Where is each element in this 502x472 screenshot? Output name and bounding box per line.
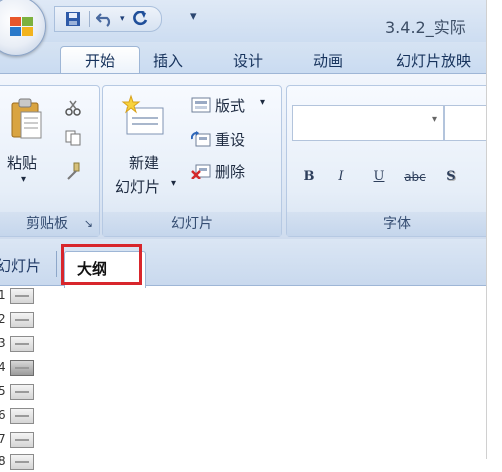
- clipboard-group-label: 剪贴板 ↘: [0, 212, 99, 236]
- slide-icon: [10, 454, 34, 470]
- cut-icon[interactable]: [65, 100, 81, 116]
- new-slide-icon[interactable]: [121, 94, 165, 138]
- slide-icon: [10, 384, 34, 400]
- new-slide-label-line1[interactable]: 新建: [129, 152, 159, 173]
- font-name-dropdown-icon[interactable]: ▾: [432, 114, 437, 125]
- clipboard-label-text: 剪贴板: [26, 216, 68, 232]
- slide-number-fragment: 4: [0, 360, 6, 374]
- slide-icon: [10, 312, 34, 328]
- italic-button[interactable]: I: [329, 165, 353, 189]
- slide-icon: [10, 408, 34, 424]
- customize-qat-icon[interactable]: ▾: [190, 9, 197, 24]
- tab-slideshow[interactable]: 幻灯片放映: [396, 50, 471, 71]
- list-item[interactable]: 6: [0, 406, 40, 426]
- list-item[interactable]: 2: [0, 310, 40, 330]
- undo-icon[interactable]: [96, 9, 114, 29]
- tab-insert[interactable]: 插入: [153, 50, 183, 71]
- window-right-edge: [486, 0, 502, 459]
- delete-slide-icon[interactable]: [191, 163, 211, 179]
- underline-button[interactable]: U: [367, 165, 391, 189]
- ribbon-panel: 粘贴 ▾ 剪贴板 ↘ 新建 幻灯片 ▾ 版式 ▾ 重设 删除 幻灯片 ▾ B I…: [0, 73, 502, 240]
- strikethrough-button[interactable]: abc: [399, 165, 431, 189]
- slide-number-fragment: 3: [0, 336, 6, 350]
- tab-slides-view[interactable]: 幻灯片: [0, 255, 41, 276]
- new-slide-dropdown-icon[interactable]: ▾: [171, 178, 176, 189]
- slides-group: 新建 幻灯片 ▾ 版式 ▾ 重设 删除 幻灯片: [102, 85, 282, 237]
- slide-icon: [10, 288, 34, 304]
- font-group: ▾ B I U abc S 字体: [286, 85, 502, 237]
- slide-icon: [10, 336, 34, 352]
- new-slide-label-line2[interactable]: 幻灯片: [115, 176, 160, 197]
- format-painter-icon[interactable]: [65, 162, 81, 180]
- slide-number-fragment: 6: [0, 408, 6, 422]
- font-group-label: 字体: [287, 212, 502, 236]
- undo-dropdown-icon[interactable]: ▾: [120, 9, 125, 29]
- quick-access-toolbar: ▾: [54, 6, 162, 32]
- paste-icon[interactable]: [9, 98, 43, 140]
- save-icon[interactable]: [65, 9, 81, 29]
- slides-group-label: 幻灯片: [103, 212, 281, 236]
- slide-number-fragment: 8: [0, 454, 6, 468]
- view-tab-divider: [56, 251, 57, 277]
- ribbon-tabs: 开始 插入 设计 动画 幻灯片放映: [0, 42, 502, 77]
- delete-button-label[interactable]: 删除: [215, 161, 245, 182]
- bold-button[interactable]: B: [297, 165, 321, 189]
- copy-icon[interactable]: [65, 130, 81, 146]
- shadow-button[interactable]: S: [439, 165, 463, 189]
- list-item[interactable]: 8: [0, 452, 40, 472]
- qat-separator: [89, 11, 90, 27]
- annotation-highlight-box: [61, 244, 142, 285]
- slide-number-fragment: 7: [0, 432, 6, 446]
- window-title: 3.4.2_实际: [385, 18, 466, 37]
- font-name-box[interactable]: ▾: [292, 105, 444, 141]
- redo-icon[interactable]: [131, 9, 149, 29]
- tab-animation[interactable]: 动画: [313, 50, 343, 71]
- list-item[interactable]: 1: [0, 286, 40, 306]
- slide-icon: [10, 432, 34, 448]
- list-item[interactable]: 5: [0, 382, 40, 402]
- list-item[interactable]: 4: [0, 358, 40, 378]
- outline-slide-list: 1 2 3 4 5 6 7 8: [0, 286, 60, 470]
- slide-icon-selected: [10, 360, 34, 376]
- layout-button-label[interactable]: 版式: [215, 95, 245, 116]
- slide-number-fragment: 1: [0, 288, 6, 302]
- slide-number-fragment: 5: [0, 384, 6, 398]
- clipboard-launcher-icon[interactable]: ↘: [84, 212, 93, 236]
- layout-dropdown-icon[interactable]: ▾: [260, 97, 265, 108]
- office-logo-icon: [10, 17, 33, 36]
- paste-dropdown-icon[interactable]: ▾: [21, 174, 26, 185]
- title-bar: ▾ ▾ 3.4.2_实际: [0, 0, 502, 56]
- reset-icon[interactable]: [191, 131, 211, 147]
- slide-number-fragment: 2: [0, 312, 6, 326]
- clipboard-group: 粘贴 ▾ 剪贴板 ↘: [0, 85, 100, 237]
- tab-design[interactable]: 设计: [233, 50, 263, 71]
- list-item[interactable]: 3: [0, 334, 40, 354]
- paste-button-label[interactable]: 粘贴: [7, 152, 37, 173]
- layout-icon[interactable]: [191, 97, 211, 113]
- list-item[interactable]: 7: [0, 430, 40, 450]
- reset-button-label[interactable]: 重设: [215, 129, 245, 150]
